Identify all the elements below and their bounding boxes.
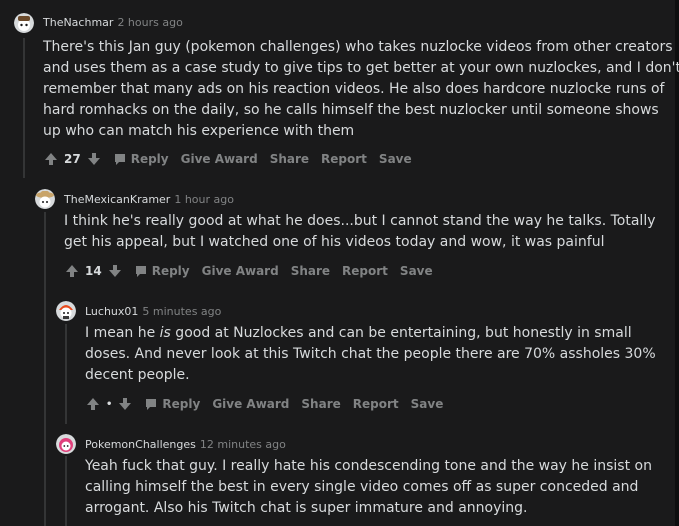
avatar[interactable]: [56, 434, 76, 454]
vote-score: 14: [85, 264, 102, 278]
report-button[interactable]: Report: [342, 264, 388, 278]
save-button[interactable]: Save: [379, 152, 412, 166]
comment-line: Yeah fuck that guy. I really hate his co…: [85, 458, 652, 474]
timestamp[interactable]: 5 minutes ago: [142, 305, 221, 318]
report-button[interactable]: Report: [353, 397, 399, 411]
reply-label: Reply: [151, 264, 190, 278]
comment-text: I mean he: [85, 325, 160, 341]
comment-line: calling himself the best in every single…: [85, 479, 639, 495]
share-button[interactable]: Share: [291, 264, 330, 278]
comment-line: There's this Jan guy (pokemon challenges…: [43, 39, 673, 55]
comment-line: doses. And never look at this Twitch cha…: [85, 346, 656, 362]
downvote-button[interactable]: [87, 152, 101, 166]
comment-line: I think he's really good at what he does…: [64, 213, 656, 229]
comment-actions: 14 Reply Give Award Share Report Save: [65, 262, 445, 280]
give-award-button[interactable]: Give Award: [202, 264, 279, 278]
vote-score: •: [106, 398, 113, 410]
speech-bubble-icon: [135, 266, 146, 277]
speech-bubble-icon: [146, 399, 157, 410]
comment-actions: 27 Reply Give Award Share Report Save: [44, 150, 424, 168]
comment-body: Yeah fuck that guy. I really hate his co…: [85, 456, 652, 519]
downvote-button[interactable]: [108, 264, 122, 278]
share-button[interactable]: Share: [301, 397, 340, 411]
author-name[interactable]: PokemonChallenges: [85, 438, 196, 451]
arrow-up-icon: [66, 265, 78, 277]
reply-button[interactable]: Reply: [113, 152, 169, 166]
author-name[interactable]: TheNachmar: [43, 16, 113, 29]
comment-body: I mean he is good at Nuzlockes and can b…: [85, 323, 656, 386]
comment-line: I mean he is good at Nuzlockes and can b…: [85, 323, 656, 344]
comment-body: I think he's really good at what he does…: [64, 211, 656, 253]
report-button[interactable]: Report: [321, 152, 367, 166]
vote-score: 27: [64, 152, 81, 166]
share-button[interactable]: Share: [270, 152, 309, 166]
comment-line: and uses them as a case study to give ti…: [43, 60, 679, 76]
timestamp[interactable]: 12 minutes ago: [200, 438, 286, 451]
arrow-down-icon: [119, 398, 132, 410]
comment-line: hard romhacks on the daily, so he calls …: [43, 102, 659, 118]
comment-line: decent people.: [85, 367, 190, 383]
thread-line-2[interactable]: [44, 212, 46, 526]
give-award-button[interactable]: Give Award: [181, 152, 258, 166]
upvote-button[interactable]: [65, 264, 79, 278]
avatar[interactable]: [35, 189, 55, 209]
arrow-down-icon: [108, 265, 121, 277]
speech-bubble-icon: [114, 154, 125, 165]
arrow-up-icon: [87, 398, 99, 410]
downvote-button[interactable]: [118, 397, 132, 411]
upvote-button[interactable]: [44, 152, 58, 166]
timestamp[interactable]: 1 hour ago: [174, 193, 234, 206]
arrow-down-icon: [87, 153, 100, 165]
comment-actions: • Reply Give Award Share Report Save: [86, 395, 455, 413]
save-button[interactable]: Save: [411, 397, 444, 411]
author-name[interactable]: TheMexicanKramer: [64, 193, 170, 206]
timestamp[interactable]: 2 hours ago: [117, 16, 182, 29]
comment-line: remember that many ads on his reaction v…: [43, 81, 665, 97]
reply-button[interactable]: Reply: [134, 264, 190, 278]
comment-text: good at Nuzlockes and can be entertainin…: [170, 325, 632, 341]
author-name[interactable]: Luchux01: [85, 305, 138, 318]
arrow-up-icon: [45, 153, 57, 165]
comment-line: up who can match his experience with the…: [43, 123, 355, 139]
thread-line-4[interactable]: [65, 456, 67, 526]
comment-body: There's this Jan guy (pokemon challenges…: [43, 37, 679, 142]
thread-line-1[interactable]: [23, 38, 25, 178]
thread-line-3[interactable]: [65, 324, 67, 424]
comment-line: arrogant. Also his Twitch chat is super …: [85, 500, 528, 516]
upvote-button[interactable]: [86, 397, 100, 411]
avatar[interactable]: [14, 13, 34, 33]
comment-emphasis: is: [159, 325, 171, 341]
comment-line: get his appeal, but I watched one of his…: [64, 234, 605, 250]
save-button[interactable]: Save: [400, 264, 433, 278]
give-award-button[interactable]: Give Award: [212, 397, 289, 411]
reply-label: Reply: [162, 397, 201, 411]
reply-label: Reply: [130, 152, 169, 166]
avatar[interactable]: [56, 301, 76, 321]
reply-button[interactable]: Reply: [144, 397, 200, 411]
